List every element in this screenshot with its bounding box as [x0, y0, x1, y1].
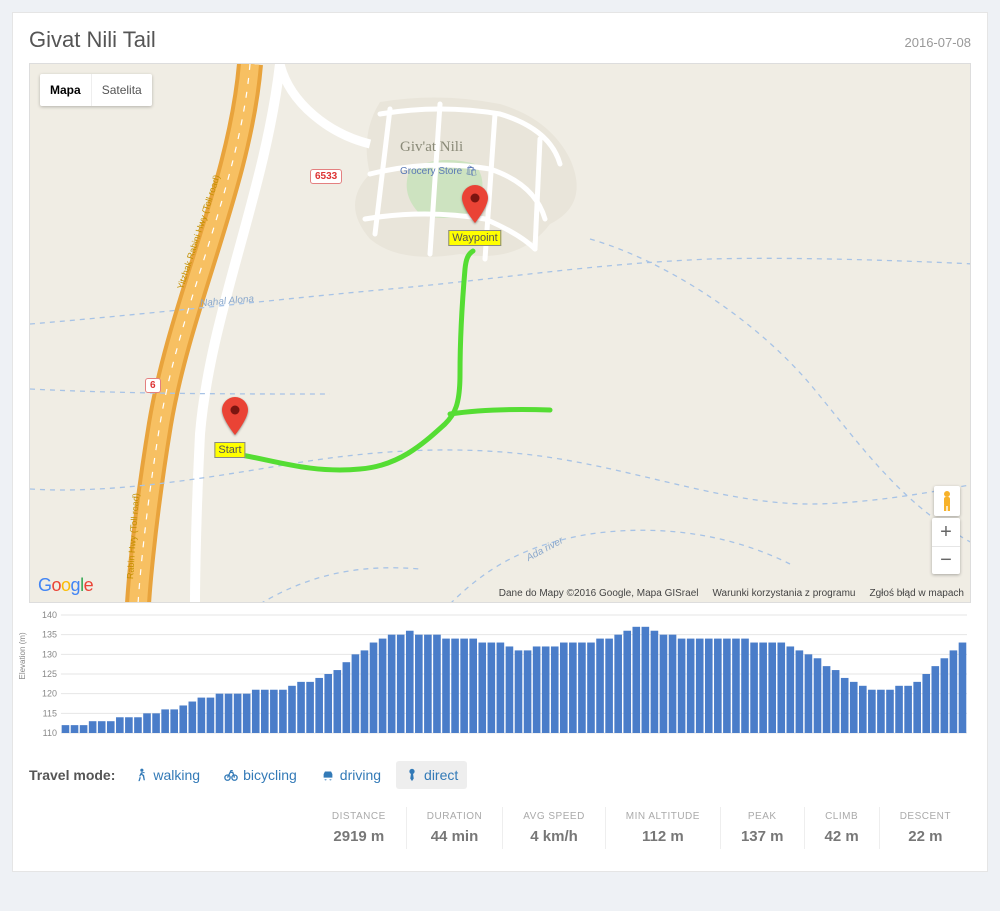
- map-attribution: Dane do Mapy ©2016 Google, Mapa GISrael …: [499, 588, 964, 599]
- stat-value: 44 min: [427, 828, 482, 845]
- mode-driving[interactable]: driving: [312, 761, 390, 789]
- stat-label: PEAK: [741, 811, 784, 822]
- stat-value: 137 m: [741, 828, 784, 845]
- elevation-svg: 110 115 120 125 130 135 140: [29, 611, 971, 739]
- bicycling-icon: [224, 768, 238, 782]
- driving-icon: [321, 768, 335, 782]
- stat-value: 42 m: [825, 828, 859, 845]
- stat-label: AVG SPEED: [523, 811, 585, 822]
- stat-label: DURATION: [427, 811, 482, 822]
- stats-row: DISTANCE 2919 m DURATION 44 min AVG SPEED 4 k…: [29, 807, 971, 849]
- map-report-link[interactable]: Zgłoś błąd w mapach: [870, 588, 965, 599]
- card-header: Givat Nili Tail 2016-07-08: [29, 27, 971, 53]
- page-title: Givat Nili Tail: [29, 27, 156, 53]
- road-badge-6: 6: [145, 378, 161, 393]
- zoom-out-button[interactable]: −: [932, 546, 960, 574]
- stat-cell: DURATION 44 min: [406, 807, 502, 849]
- walking-icon: [134, 768, 148, 782]
- stat-label: MIN ALTITUDE: [626, 811, 700, 822]
- stat-cell: PEAK 137 m: [720, 807, 804, 849]
- stat-cell: DISTANCE 2919 m: [312, 807, 406, 849]
- tab-map[interactable]: Mapa: [40, 74, 92, 106]
- place-name: Giv'at Nili: [400, 139, 463, 156]
- svg-text:120: 120: [42, 689, 57, 699]
- marker-label-start: Start: [214, 442, 245, 458]
- svg-text:125: 125: [42, 669, 57, 679]
- stat-cell: MIN ALTITUDE 112 m: [605, 807, 720, 849]
- marker-waypoint[interactable]: [462, 185, 488, 228]
- stat-label: CLIMB: [825, 811, 859, 822]
- route-date: 2016-07-08: [905, 35, 972, 50]
- svg-text:140: 140: [42, 611, 57, 620]
- route-card: Givat Nili Tail 2016-07-08: [12, 12, 988, 872]
- map-data-attr: Dane do Mapy ©2016 Google, Mapa GISrael: [499, 588, 699, 599]
- svg-text:115: 115: [43, 708, 57, 718]
- mode-direct[interactable]: direct: [396, 761, 467, 789]
- shop-icon: 🛍: [465, 166, 478, 177]
- stat-cell: AVG SPEED 4 km/h: [502, 807, 605, 849]
- stat-value: 2919 m: [332, 828, 386, 845]
- chart-ylabel: Elevation (m): [18, 632, 27, 679]
- stat-value: 4 km/h: [523, 828, 585, 845]
- zoom-controls: + −: [932, 518, 960, 574]
- google-logo: Google: [38, 575, 93, 596]
- stat-value: 22 m: [900, 828, 951, 845]
- svg-text:130: 130: [42, 649, 57, 659]
- elevation-chart: Elevation (m) 110115120125130135140: [29, 611, 971, 739]
- stat-label: DISTANCE: [332, 811, 386, 822]
- poi-grocery: Grocery Store 🛍: [400, 166, 478, 177]
- zoom-in-button[interactable]: +: [932, 518, 960, 546]
- map-terms-link[interactable]: Warunki korzystania z programu: [712, 588, 855, 599]
- tab-satellite[interactable]: Satelita: [92, 74, 152, 106]
- svg-text:110: 110: [43, 728, 57, 738]
- svg-text:135: 135: [42, 630, 57, 640]
- stat-label: DESCENT: [900, 811, 951, 822]
- travel-mode-row: Travel mode: walking bicycling driving d…: [29, 761, 971, 789]
- stat-cell: DESCENT 22 m: [879, 807, 971, 849]
- mode-bicycling[interactable]: bicycling: [215, 761, 306, 789]
- marker-label-waypoint: Waypoint: [448, 230, 501, 246]
- stat-cell: CLIMB 42 m: [804, 807, 879, 849]
- travel-mode-label: Travel mode:: [29, 767, 115, 783]
- map-area[interactable]: Giv'at Nili Grocery Store 🛍 6 6533 Yitzh…: [29, 63, 971, 603]
- stat-value: 112 m: [626, 828, 700, 845]
- map-canvas: [30, 64, 971, 603]
- road-badge-6533: 6533: [310, 169, 342, 184]
- map-type-tabs: Mapa Satelita: [40, 74, 152, 106]
- mode-walking[interactable]: walking: [125, 761, 209, 789]
- pin-icon: [405, 768, 419, 782]
- marker-start[interactable]: [222, 397, 248, 440]
- pegman-button[interactable]: [934, 486, 960, 516]
